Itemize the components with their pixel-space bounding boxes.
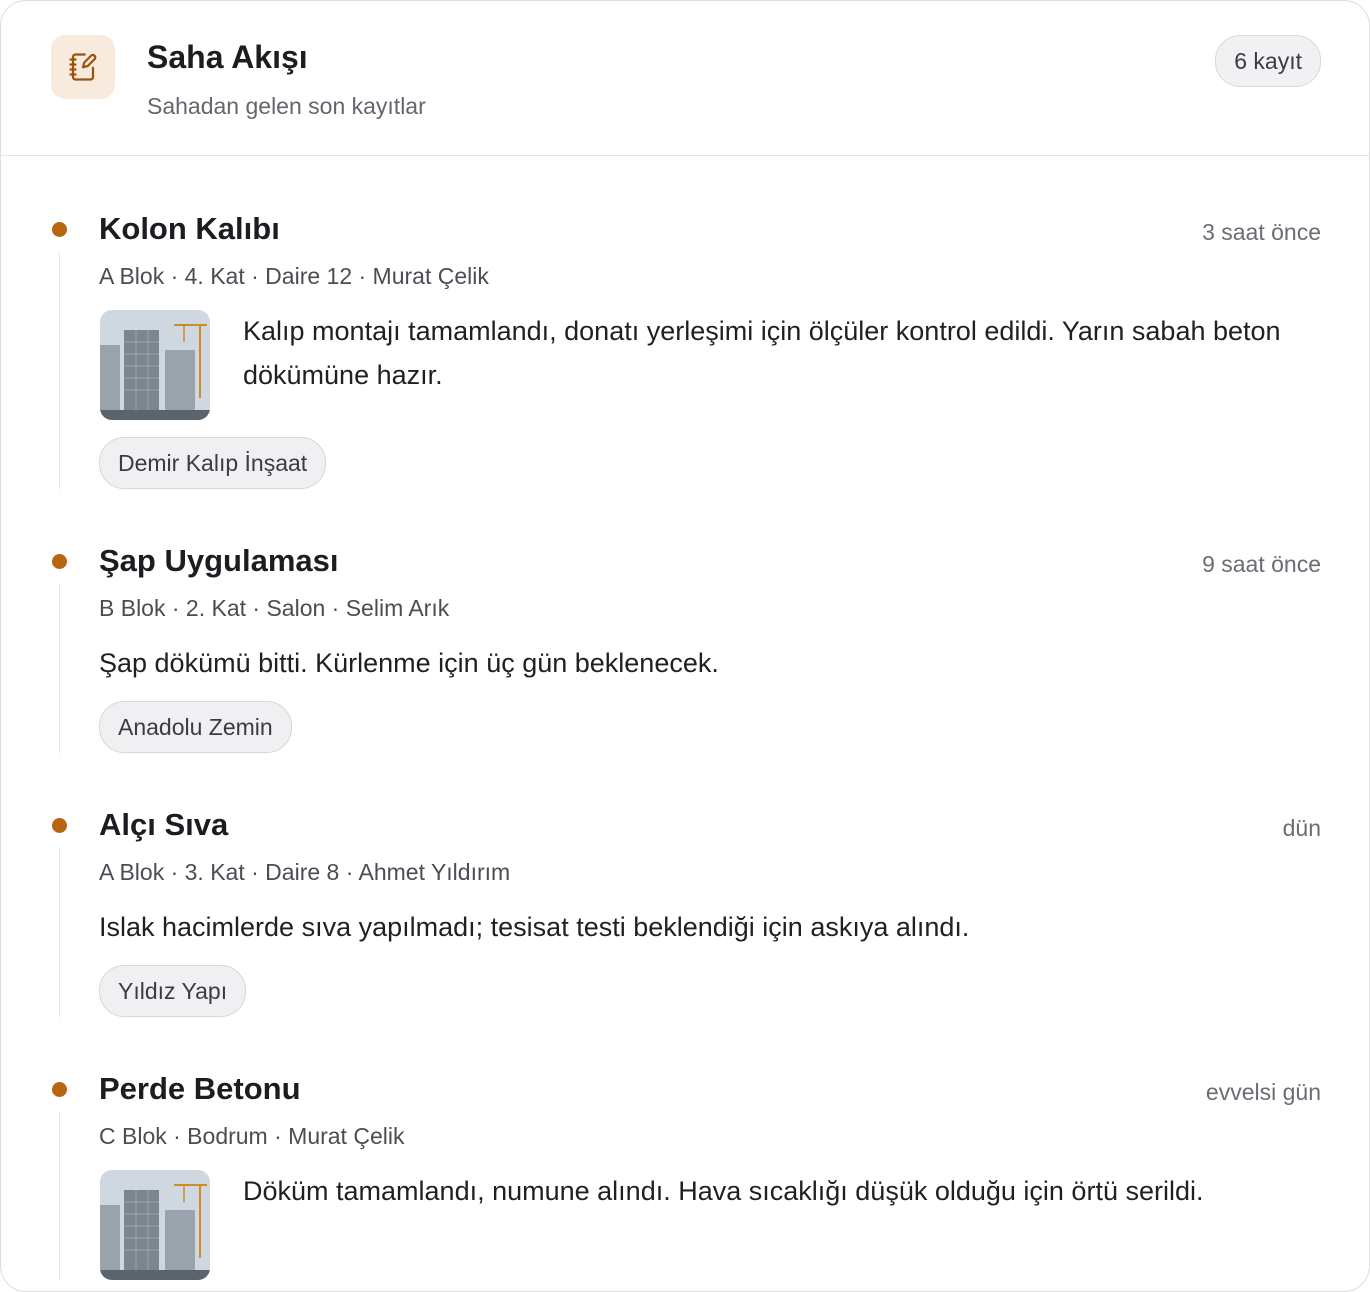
entry-time: 3 saat önce xyxy=(1202,219,1321,245)
entry-title: Kolon Kalıbı xyxy=(99,211,280,246)
timeline-dot xyxy=(52,222,67,237)
entry-photo-thumbnail[interactable] xyxy=(100,310,210,420)
entry-title: Alçı Sıva xyxy=(99,807,229,842)
entry-text: Döküm tamamlandı, numune alındı. Hava sı… xyxy=(243,1176,1204,1206)
entry-title: Perde Betonu xyxy=(99,1071,301,1106)
timeline-rail xyxy=(59,585,60,753)
entry-text: Kalıp montajı tamamlandı, donatı yerleşi… xyxy=(243,316,1281,390)
timeline-dot xyxy=(52,554,67,569)
company-tag[interactable]: Anadolu Zemin xyxy=(99,701,292,753)
site-feed-card: Saha Akışı Sahadan gelen son kayıtlar 6 … xyxy=(0,0,1370,1292)
notebook-pen-icon xyxy=(51,35,115,99)
timeline-rail xyxy=(59,849,60,1017)
entry-time: dün xyxy=(1282,815,1321,841)
timeline-rail xyxy=(59,253,60,489)
timeline-rail xyxy=(59,1113,60,1279)
entry-time: evvelsi gün xyxy=(1205,1079,1321,1105)
feed-header: Saha Akışı Sahadan gelen son kayıtlar 6 … xyxy=(1,1,1369,156)
company-tag[interactable]: Demir Kalıp İnşaat xyxy=(99,437,327,489)
entry-title: Şap Uygulaması xyxy=(99,543,339,578)
timeline-dot xyxy=(52,1082,67,1097)
entry-meta: C Blok · Bodrum · Murat Çelik xyxy=(99,1123,405,1149)
page-subtitle: Sahadan gelen son kayıtlar xyxy=(147,93,426,119)
entry-text: Islak hacimlerde sıva yapılmadı; tesisat… xyxy=(99,912,970,942)
entry-time: 9 saat önce xyxy=(1202,551,1321,577)
entry-meta: A Blok · 4. Kat · Daire 12 · Murat Çelik xyxy=(99,263,489,289)
company-tag[interactable]: Yıldız Yapı xyxy=(99,965,247,1017)
timeline-dot xyxy=(52,818,67,833)
entry-meta: B Blok · 2. Kat · Salon · Selim Arık xyxy=(99,595,450,621)
page-title: Saha Akışı xyxy=(147,39,308,75)
entry-photo-thumbnail[interactable] xyxy=(100,1170,210,1280)
entry-meta: A Blok · 3. Kat · Daire 8 · Ahmet Yıldır… xyxy=(99,859,511,885)
record-count-badge: 6 kayıt xyxy=(1215,35,1321,87)
entry-text: Şap dökümü bitti. Kürlenme için üç gün b… xyxy=(99,648,719,678)
